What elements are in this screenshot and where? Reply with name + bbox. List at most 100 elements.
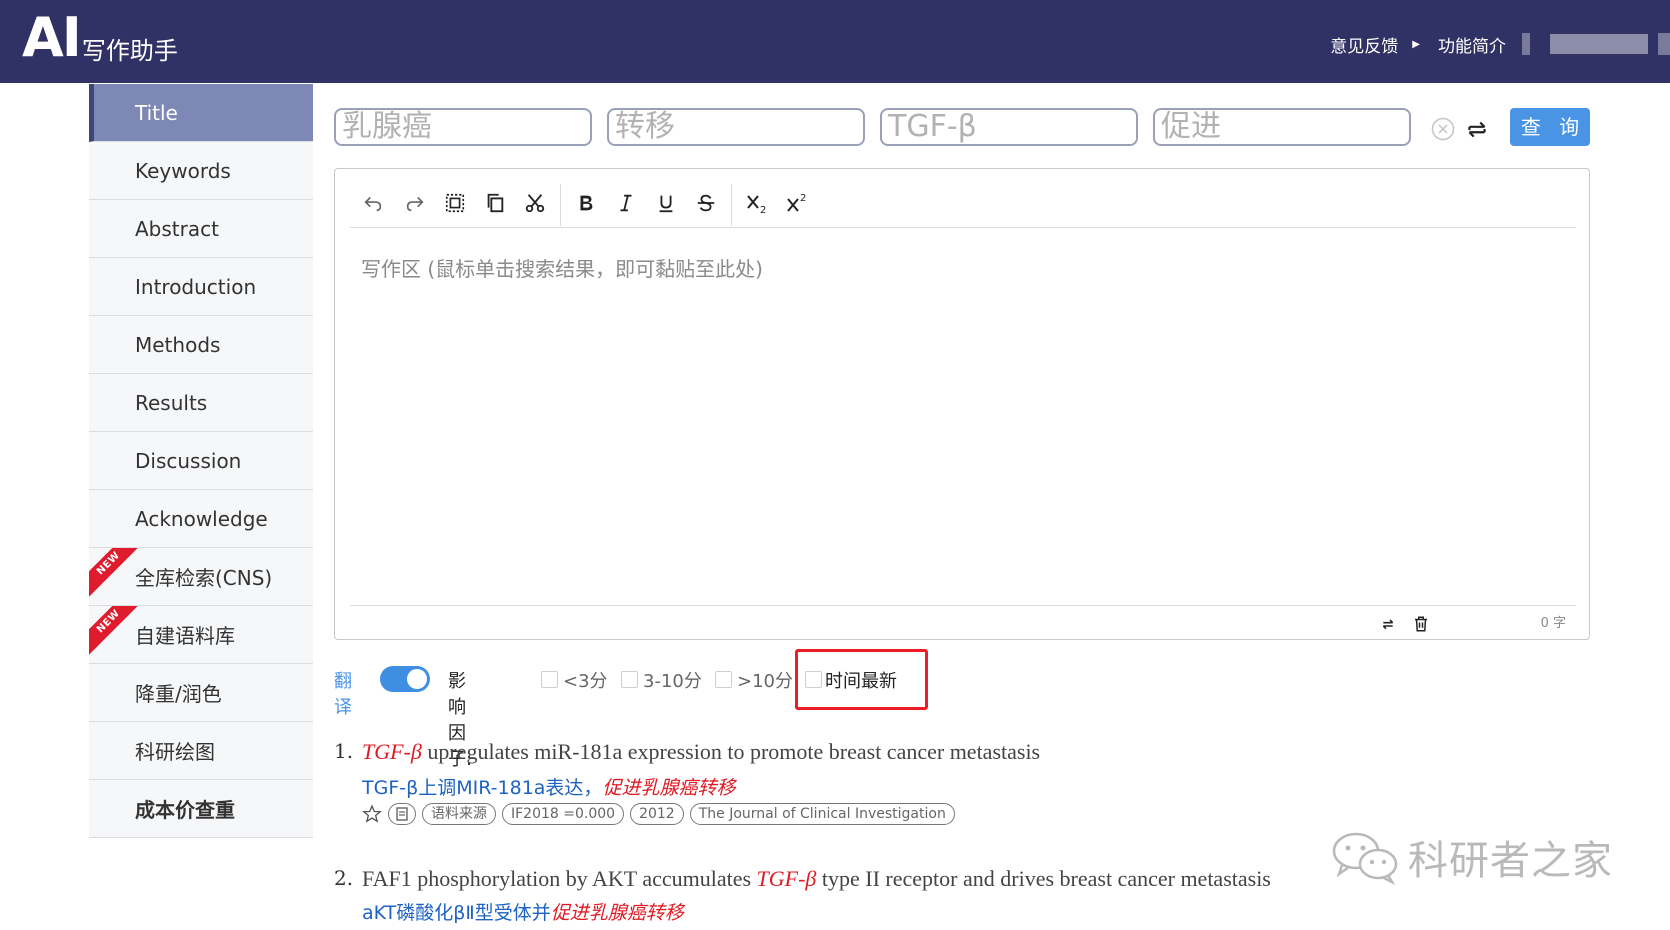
result-title[interactable]: TGF-β upregulates miR-181a expression to… bbox=[362, 739, 1040, 765]
keyword-input-4[interactable]: 促进 bbox=[1153, 108, 1411, 146]
svg-text:2: 2 bbox=[800, 193, 806, 204]
sidebar-item-abstract[interactable]: Abstract bbox=[89, 200, 313, 258]
result-meta: 语料来源 IF2018 =0.000 2012 The Journal of C… bbox=[362, 803, 961, 825]
checkbox-label: <3分 bbox=[563, 671, 608, 692]
sidebar-item-label: Methods bbox=[135, 332, 221, 357]
query-button[interactable]: 查 询 bbox=[1510, 108, 1590, 146]
sidebar-item-custom-corpus[interactable]: NEW 自建语料库 bbox=[89, 606, 313, 664]
impact-factor-tag: IF2018 =0.000 bbox=[502, 803, 625, 825]
copy-icon[interactable] bbox=[480, 188, 510, 218]
sidebar-item-title[interactable]: Title bbox=[89, 84, 313, 142]
nav-edge-block bbox=[1658, 33, 1670, 55]
translate-label: 翻译 bbox=[334, 671, 352, 718]
superscript-icon[interactable]: 2 bbox=[782, 188, 812, 218]
trash-icon[interactable] bbox=[1410, 613, 1432, 635]
italic-icon[interactable] bbox=[611, 188, 641, 218]
swap-refresh-icon[interactable] bbox=[1464, 116, 1490, 142]
strikethrough-icon[interactable] bbox=[691, 188, 721, 218]
top-navigation-bar: AI 写作助手 意见反馈 ▶ 功能简介 bbox=[0, 0, 1670, 83]
app-logo[interactable]: AI 写作助手 bbox=[22, 8, 178, 68]
clear-circle-icon[interactable] bbox=[1431, 117, 1455, 141]
editor-footer: 0 字 bbox=[350, 605, 1576, 639]
sidebar-item-label: Results bbox=[135, 390, 208, 415]
title-text: upregulates miR-181a expression to promo… bbox=[421, 739, 1041, 764]
annotation-highlight-box bbox=[795, 649, 928, 710]
sidebar-item-introduction[interactable]: Introduction bbox=[89, 258, 313, 316]
sidebar-item-label: 全库检索(CNS) bbox=[135, 566, 273, 590]
journal-tag: The Journal of Clinical Investigation bbox=[689, 803, 955, 825]
wechat-watermark: 科研者之家 bbox=[1330, 828, 1613, 886]
header-nav: 意见反馈 ▶ 功能简介 bbox=[1330, 28, 1670, 60]
sidebar-item-rewrite-polish[interactable]: 降重/润色 bbox=[89, 664, 313, 722]
editor-placeholder: 写作区 (鼠标单击搜索结果，即可黏贴至此处) bbox=[361, 257, 763, 281]
logo-title: 写作助手 bbox=[81, 37, 178, 65]
sidebar-item-acknowledge[interactable]: Acknowledge bbox=[89, 490, 313, 548]
translation-highlight: 促进乳腺癌转移 bbox=[602, 777, 736, 799]
keyword-input-3[interactable]: TGF-β bbox=[880, 108, 1138, 146]
year-tag: 2012 bbox=[630, 803, 684, 825]
sidebar-item-label: Introduction bbox=[135, 274, 257, 299]
user-account-blurred[interactable] bbox=[1550, 34, 1648, 54]
wechat-icon bbox=[1332, 832, 1398, 885]
sidebar-item-label: 降重/润色 bbox=[135, 682, 222, 706]
sidebar-item-results[interactable]: Results bbox=[89, 374, 313, 432]
sidebar-item-label: Discussion bbox=[135, 448, 242, 473]
checkbox-if-gt10[interactable] bbox=[715, 671, 732, 688]
result-translation[interactable]: aKT磷酸化βⅡ型受体并促进乳腺癌转移 bbox=[362, 898, 684, 925]
title-text: type II receptor and drives breast cance… bbox=[816, 866, 1271, 891]
watermark-text: 科研者之家 bbox=[1408, 838, 1613, 884]
sidebar-item-keywords[interactable]: Keywords bbox=[89, 142, 313, 200]
title-text: FAF1 phosphorylation by AKT accumulates bbox=[362, 866, 757, 891]
sidebar-item-plagiarism-check[interactable]: 成本价查重 bbox=[89, 780, 313, 838]
translate-toggle[interactable] bbox=[380, 666, 430, 692]
result-translation[interactable]: TGF-β上调MIR-181a表达，促进乳腺癌转移 bbox=[362, 773, 735, 800]
toolbar-divider bbox=[560, 184, 561, 226]
editor-toolbar: 2 2 bbox=[350, 178, 1576, 228]
document-icon[interactable] bbox=[388, 803, 416, 825]
word-count: 0 字 bbox=[1540, 616, 1566, 631]
corpus-source-tag[interactable]: 语料来源 bbox=[422, 803, 496, 825]
writing-editor[interactable]: 2 2 写作区 (鼠标单击搜索结果，即可黏贴至此处) 0 字 bbox=[334, 168, 1590, 640]
sidebar-item-label: Title bbox=[135, 100, 178, 125]
sidebar-item-label: 成本价查重 bbox=[135, 798, 235, 822]
sidebar-item-discussion[interactable]: Discussion bbox=[89, 432, 313, 490]
sidebar-item-sci-drawing[interactable]: 科研绘图 bbox=[89, 722, 313, 780]
section-sidebar: Title Keywords Abstract Introduction Met… bbox=[89, 84, 313, 838]
bold-icon[interactable] bbox=[571, 188, 601, 218]
logo-ai-mark: AI bbox=[22, 6, 82, 69]
cut-icon[interactable] bbox=[520, 188, 550, 218]
nav-divider bbox=[1522, 33, 1530, 55]
star-icon[interactable] bbox=[362, 804, 382, 824]
intro-link[interactable]: 功能简介 bbox=[1438, 32, 1506, 57]
redo-icon[interactable] bbox=[400, 188, 430, 218]
underline-icon[interactable] bbox=[651, 188, 681, 218]
sidebar-item-label: 自建语料库 bbox=[135, 624, 235, 648]
result-title[interactable]: FAF1 phosphorylation by AKT accumulates … bbox=[362, 866, 1271, 892]
keyword-highlight: TGF-β bbox=[362, 739, 422, 764]
keyword-input-1[interactable]: 乳腺癌 bbox=[334, 108, 592, 146]
checkbox-if-lt3[interactable] bbox=[541, 671, 558, 688]
toggle-knob bbox=[407, 669, 427, 689]
sidebar-item-label: 科研绘图 bbox=[135, 740, 215, 764]
swap-refresh-icon[interactable] bbox=[1377, 613, 1399, 635]
undo-icon[interactable] bbox=[358, 188, 388, 218]
sidebar-item-methods[interactable]: Methods bbox=[89, 316, 313, 374]
checkbox-label: 3-10分 bbox=[643, 671, 702, 692]
result-number: 1. bbox=[334, 739, 354, 763]
translation-text: aKT磷酸化βⅡ型受体并 bbox=[362, 902, 551, 924]
translation-text: TGF-β上调MIR-181a表达， bbox=[362, 777, 603, 799]
result-number: 2. bbox=[334, 866, 354, 890]
select-all-icon[interactable] bbox=[440, 188, 470, 218]
subscript-icon[interactable]: 2 bbox=[742, 188, 772, 218]
checkbox-label: >10分 bbox=[737, 671, 793, 692]
svg-text:2: 2 bbox=[760, 205, 766, 215]
keyword-highlight: TGF-β bbox=[756, 866, 817, 891]
feedback-link[interactable]: 意见反馈 bbox=[1330, 32, 1398, 57]
caret-right-icon: ▶ bbox=[1412, 38, 1420, 50]
sidebar-item-label: Keywords bbox=[135, 158, 231, 183]
keyword-input-2[interactable]: 转移 bbox=[607, 108, 865, 146]
sidebar-item-label: Acknowledge bbox=[135, 506, 268, 531]
sidebar-item-cns-search[interactable]: NEW 全库检索(CNS) bbox=[89, 548, 313, 606]
toolbar-divider bbox=[731, 184, 732, 226]
checkbox-if-3-10[interactable] bbox=[621, 671, 638, 688]
